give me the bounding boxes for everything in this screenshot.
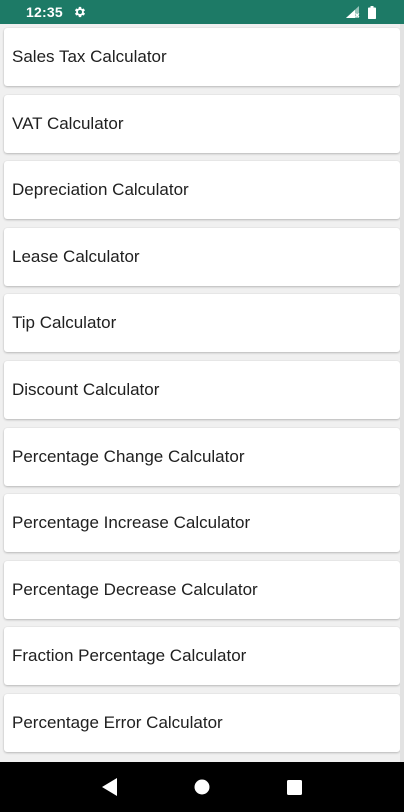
list-item-label: Discount Calculator: [12, 379, 160, 399]
list-item-label: Fraction Percentage Calculator: [12, 646, 247, 666]
list-item-vat-calculator[interactable]: VAT Calculator: [4, 94, 400, 153]
list-item-label: Percentage Decrease Calculator: [12, 579, 258, 599]
status-left: 12:35: [26, 4, 87, 20]
recents-button[interactable]: [279, 772, 309, 802]
list-item-percentage-increase-calculator[interactable]: Percentage Increase Calculator: [4, 494, 400, 553]
list-item-discount-calculator[interactable]: Discount Calculator: [4, 360, 400, 419]
list-item-label: Depreciation Calculator: [12, 180, 189, 200]
list-item-sales-tax-calculator[interactable]: Sales Tax Calculator: [4, 28, 400, 86]
list-item-fraction-percentage-calculator[interactable]: Fraction Percentage Calculator: [4, 627, 400, 686]
signal-icon: [346, 6, 360, 18]
home-button[interactable]: [187, 772, 217, 802]
calculator-list[interactable]: Sales Tax Calculator VAT Calculator Depr…: [0, 24, 404, 762]
list-item-label: Percentage Change Calculator: [12, 446, 245, 466]
list-item-label: Tip Calculator: [12, 313, 117, 333]
status-right: [346, 5, 376, 19]
gear-icon: [74, 6, 85, 18]
list-item-label: Percentage Increase Calculator: [12, 513, 251, 533]
navigation-bar: [0, 762, 404, 812]
screen: 12:35 Sales Tax Calculator VAT Calculato…: [0, 0, 404, 812]
status-time: 12:35: [26, 4, 63, 20]
list-item-label: Lease Calculator: [12, 246, 140, 266]
status-bar: 12:35: [0, 0, 404, 24]
recents-icon: [286, 779, 302, 795]
back-button[interactable]: [95, 772, 125, 802]
list-item-percentage-error-calculator[interactable]: Percentage Error Calculator: [4, 693, 400, 752]
list-item-tip-calculator[interactable]: Tip Calculator: [4, 294, 400, 353]
home-icon: [194, 779, 210, 795]
back-icon: [102, 778, 117, 796]
scroll-edge: [400, 24, 404, 762]
battery-icon: [368, 5, 376, 19]
list-item-percentage-change-calculator[interactable]: Percentage Change Calculator: [4, 427, 400, 486]
list-item-label: Sales Tax Calculator: [12, 47, 167, 66]
list-item-lease-calculator[interactable]: Lease Calculator: [4, 227, 400, 286]
list-item-label: VAT Calculator: [12, 113, 124, 133]
list-item-label: Percentage Error Calculator: [12, 712, 223, 732]
list-item-depreciation-calculator[interactable]: Depreciation Calculator: [4, 161, 400, 220]
list-item-percentage-decrease-calculator[interactable]: Percentage Decrease Calculator: [4, 560, 400, 619]
